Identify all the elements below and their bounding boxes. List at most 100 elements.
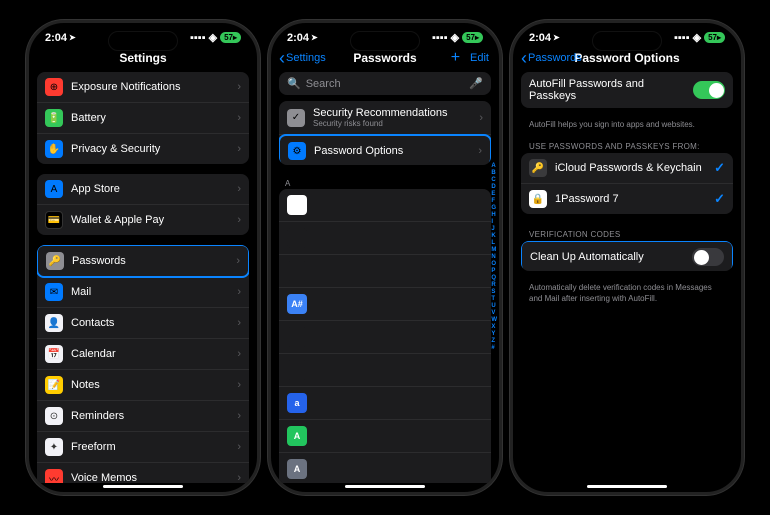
signal-icon: ▪▪▪▪ bbox=[674, 32, 690, 44]
cleanup-toggle-row[interactable]: Clean Up Automatically bbox=[521, 241, 733, 271]
app-icon: ✋ bbox=[45, 140, 63, 158]
settings-row-wallet-apple-pay[interactable]: 💳Wallet & Apple Pay› bbox=[37, 205, 249, 235]
account-row[interactable] bbox=[279, 255, 491, 288]
index-letter[interactable]: C bbox=[491, 177, 497, 184]
security-recommendations[interactable]: ✓ Security Recommendations Security risk… bbox=[279, 101, 491, 135]
settings-row-voice-memos[interactable]: 〰Voice Memos› bbox=[37, 463, 249, 483]
account-icon: A bbox=[287, 426, 307, 446]
edit-button[interactable]: Edit bbox=[470, 52, 489, 64]
chevron-icon: › bbox=[237, 183, 241, 195]
dynamic-island bbox=[592, 31, 662, 51]
account-icon: a bbox=[287, 393, 307, 413]
account-row[interactable] bbox=[279, 321, 491, 354]
chevron-icon: › bbox=[237, 112, 241, 124]
battery-icon: 57▸ bbox=[462, 32, 483, 43]
index-letter[interactable]: I bbox=[491, 219, 497, 226]
index-letter[interactable]: X bbox=[491, 324, 497, 331]
home-indicator[interactable] bbox=[345, 485, 425, 488]
settings-row-reminders[interactable]: ⊙Reminders› bbox=[37, 401, 249, 432]
settings-row-freeform[interactable]: ✦Freeform› bbox=[37, 432, 249, 463]
app-icon: ⊙ bbox=[45, 407, 63, 425]
index-letter[interactable]: H bbox=[491, 212, 497, 219]
account-row[interactable]: A# bbox=[279, 288, 491, 321]
home-indicator[interactable] bbox=[587, 485, 667, 488]
back-button[interactable]: Passwords bbox=[521, 52, 582, 64]
index-letter[interactable]: V bbox=[491, 310, 497, 317]
index-letter[interactable]: K bbox=[491, 233, 497, 240]
settings-row-calendar[interactable]: 📅Calendar› bbox=[37, 339, 249, 370]
index-letter[interactable]: E bbox=[491, 191, 497, 198]
index-letter[interactable]: F bbox=[491, 198, 497, 205]
index-letter[interactable]: M bbox=[491, 247, 497, 254]
index-letter[interactable]: Q bbox=[491, 275, 497, 282]
page-title: Passwords bbox=[353, 51, 416, 65]
account-row[interactable] bbox=[279, 354, 491, 387]
settings-row-contacts[interactable]: 👤Contacts› bbox=[37, 308, 249, 339]
account-icon: A# bbox=[287, 294, 307, 314]
account-icon bbox=[287, 360, 307, 380]
account-row[interactable]: a bbox=[279, 387, 491, 420]
index-letter[interactable]: T bbox=[491, 296, 497, 303]
index-letter[interactable]: # bbox=[491, 345, 497, 352]
index-letter[interactable]: J bbox=[491, 226, 497, 233]
source-row[interactable]: 🔒1Password 7✓ bbox=[521, 184, 733, 214]
index-letter[interactable]: B bbox=[491, 170, 497, 177]
index-letter[interactable]: R bbox=[491, 282, 497, 289]
app-icon: 〰 bbox=[45, 469, 63, 483]
source-icon: 🔒 bbox=[529, 190, 547, 208]
account-row[interactable]: A bbox=[279, 453, 491, 483]
index-letter[interactable]: S bbox=[491, 289, 497, 296]
index-letter[interactable]: N bbox=[491, 254, 497, 261]
passwords-list[interactable]: 🔍 Search 🎤 ✓ Security Recommendations Se… bbox=[271, 72, 499, 483]
wifi-icon: ◈ bbox=[693, 31, 701, 44]
options-icon: ⚙ bbox=[288, 142, 306, 160]
index-rail[interactable]: ABCDEFGHIJKLMNOPQRSTUVWXYZ# bbox=[491, 163, 497, 352]
options-list[interactable]: AutoFill Passwords and Passkeys AutoFill… bbox=[513, 72, 741, 483]
search-placeholder: Search bbox=[306, 78, 341, 90]
account-row[interactable] bbox=[279, 189, 491, 222]
settings-row-mail[interactable]: ✉Mail› bbox=[37, 277, 249, 308]
wifi-icon: ◈ bbox=[451, 31, 459, 44]
settings-row-notes[interactable]: 📝Notes› bbox=[37, 370, 249, 401]
back-button[interactable]: Settings bbox=[279, 52, 326, 64]
chevron-icon: › bbox=[237, 348, 241, 360]
index-letter[interactable]: G bbox=[491, 205, 497, 212]
chevron-icon: › bbox=[237, 317, 241, 329]
index-letter[interactable]: W bbox=[491, 317, 497, 324]
settings-row-battery[interactable]: 🔋Battery› bbox=[37, 103, 249, 134]
status-time: 2:04 bbox=[45, 32, 67, 44]
index-letter[interactable]: O bbox=[491, 261, 497, 268]
search-input[interactable]: 🔍 Search 🎤 bbox=[279, 72, 491, 95]
phone-settings: 2:04➤ ▪▪▪▪◈57▸ Settings ⊕Exposure Notifi… bbox=[26, 20, 260, 495]
autofill-toggle[interactable] bbox=[693, 81, 725, 99]
add-button[interactable]: + bbox=[451, 52, 460, 64]
index-letter[interactable]: Z bbox=[491, 338, 497, 345]
index-letter[interactable]: Y bbox=[491, 331, 497, 338]
settings-row-app-store[interactable]: AApp Store› bbox=[37, 174, 249, 205]
phone-password-options: 2:04➤ ▪▪▪▪◈57▸ Passwords Password Option… bbox=[510, 20, 744, 495]
account-row[interactable]: A bbox=[279, 420, 491, 453]
mic-icon[interactable]: 🎤 bbox=[469, 77, 483, 90]
account-icon bbox=[287, 327, 307, 347]
index-letter[interactable]: U bbox=[491, 303, 497, 310]
account-row[interactable] bbox=[279, 222, 491, 255]
app-icon: 🔑 bbox=[46, 252, 64, 270]
home-indicator[interactable] bbox=[103, 485, 183, 488]
index-letter[interactable]: A bbox=[491, 163, 497, 170]
index-letter[interactable]: D bbox=[491, 184, 497, 191]
chevron-icon: › bbox=[237, 472, 241, 483]
cleanup-toggle[interactable] bbox=[692, 248, 724, 266]
settings-list[interactable]: ⊕Exposure Notifications›🔋Battery›✋Privac… bbox=[29, 72, 257, 483]
chevron-icon: › bbox=[237, 81, 241, 93]
page-title: Password Options bbox=[574, 51, 679, 65]
settings-row-exposure-notifications[interactable]: ⊕Exposure Notifications› bbox=[37, 72, 249, 103]
app-icon: A bbox=[45, 180, 63, 198]
autofill-toggle-row[interactable]: AutoFill Passwords and Passkeys bbox=[521, 72, 733, 108]
settings-row-passwords[interactable]: 🔑Passwords› bbox=[37, 245, 249, 278]
source-row[interactable]: 🔑iCloud Passwords & Keychain✓ bbox=[521, 153, 733, 184]
settings-row-privacy-security[interactable]: ✋Privacy & Security› bbox=[37, 134, 249, 164]
password-options[interactable]: ⚙ Password Options › bbox=[279, 134, 491, 165]
index-letter[interactable]: P bbox=[491, 268, 497, 275]
index-letter[interactable]: L bbox=[491, 240, 497, 247]
page-title: Settings bbox=[119, 51, 166, 65]
